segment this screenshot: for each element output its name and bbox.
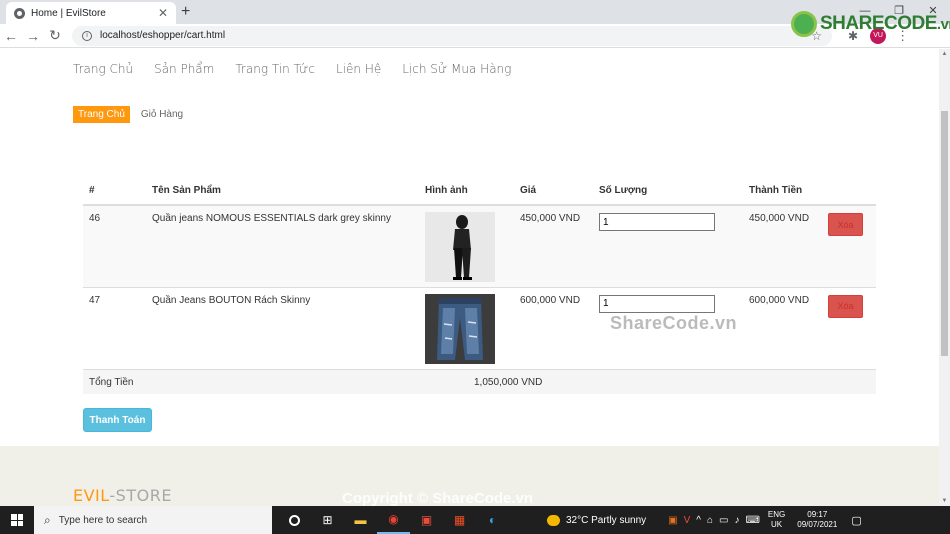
item-image-cell <box>419 204 514 287</box>
taskbar-apps: ⊞ ▬ ◉ ▣ ▦ ◐ <box>278 506 509 534</box>
chrome-icon[interactable]: ◉ <box>377 506 410 534</box>
footer-logo: EVIL-STORE <box>73 486 172 505</box>
product-image <box>425 212 495 282</box>
item-subtotal: 450,000 VND <box>743 204 822 287</box>
nav-news[interactable]: Trang Tin Tức <box>235 62 315 76</box>
item-action-cell: Xóa <box>822 204 876 287</box>
clock-date: 09/07/2021 <box>797 520 838 529</box>
app-icon[interactable]: ▣ <box>410 506 443 534</box>
weather-widget[interactable]: 32°C Partly sunny <box>547 514 647 526</box>
system-tray: ▣ V ^ ⌂ ▭ ♪ ⌨ <box>668 515 760 526</box>
header-price: Giá <box>514 177 593 206</box>
nav-order-history[interactable]: Lịch Sử Mua Hàng <box>402 62 511 76</box>
volume-icon[interactable]: ♪ <box>734 515 739 526</box>
cortana-icon[interactable] <box>278 506 311 534</box>
clock[interactable]: 09:17 09/07/2021 <box>797 510 837 530</box>
partly-sunny-icon <box>547 514 560 526</box>
sharecode-logo: SHARECODE.vn <box>791 11 950 37</box>
breadcrumb-cart: Giỏ Hàng <box>140 109 184 120</box>
start-button[interactable] <box>0 514 34 526</box>
clock-time: 09:17 <box>807 510 828 519</box>
item-id: 46 <box>83 204 146 287</box>
total-row: Tổng Tiền 1,050,000 VND <box>83 368 876 394</box>
windows-icon <box>11 514 23 526</box>
chevron-up-icon[interactable]: ^ <box>696 515 701 526</box>
keyboard-icon[interactable]: ⌨ <box>745 515 759 526</box>
table-row: 47 Quần Jeans BOUTON Rách Skinny 600,000… <box>83 286 876 369</box>
scroll-down-icon[interactable]: ▼ <box>941 498 948 504</box>
address-bar[interactable]: i localhost/eshopper/cart.html ☆ <box>72 25 832 46</box>
nav-home[interactable]: Trang Chủ <box>73 62 133 76</box>
item-action-cell: Xóa <box>822 286 876 369</box>
total-value: 1,050,000 VND <box>419 368 593 394</box>
windows-taskbar: ⌕ Type here to search ⊞ ▬ ◉ ▣ ▦ ◐ 32°C P… <box>0 506 950 534</box>
watermark: ShareCode.vn <box>610 313 738 333</box>
forward-icon[interactable]: → <box>22 28 44 44</box>
item-price: 600,000 VND <box>514 286 593 369</box>
quantity-input[interactable] <box>599 294 715 313</box>
header-image: Hình ảnh <box>419 177 514 206</box>
page-viewport: Trang Chủ Sản Phẩm Trang Tin Tức Liên Hệ… <box>0 49 939 506</box>
nav-contact[interactable]: Liên Hệ <box>336 62 381 76</box>
header-subtotal: Thành Tiền <box>743 177 822 206</box>
item-subtotal: 600,000 VND <box>743 286 822 369</box>
cart-table: # Tên Sản Phẩm Hình ảnh Giá Số Lượng Thà… <box>83 177 876 394</box>
battery-icon[interactable]: ▭ <box>719 515 728 526</box>
header-id: # <box>83 177 146 206</box>
item-name: Quần Jeans BOUTON Rách Skinny <box>146 286 419 369</box>
item-id: 47 <box>83 286 146 369</box>
cart-header-row: # Tên Sản Phẩm Hình ảnh Giá Số Lượng Thà… <box>83 177 876 206</box>
header-name: Tên Sản Phẩm <box>146 177 419 206</box>
breadcrumb-home[interactable]: Trang Chủ <box>73 106 130 123</box>
network-icon[interactable]: ⌂ <box>707 515 713 526</box>
store-icon[interactable]: ▦ <box>443 506 476 534</box>
tab-title: Home | EvilStore <box>31 7 106 19</box>
edge-icon[interactable]: ◐ <box>476 506 509 534</box>
main-nav: Trang Chủ Sản Phẩm Trang Tin Tức Liên Hệ… <box>73 62 511 76</box>
sharecode-logo-text: SHARECODE.vn <box>820 13 950 34</box>
delete-button[interactable]: Xóa <box>828 294 863 318</box>
total-spacer <box>593 368 876 394</box>
task-view-icon[interactable]: ⊞ <box>311 506 344 534</box>
taskbar-search[interactable]: ⌕ Type here to search <box>34 506 272 534</box>
search-placeholder: Type here to search <box>58 514 148 526</box>
scroll-up-icon[interactable]: ▲ <box>941 51 948 57</box>
reload-icon[interactable]: ↻ <box>44 27 66 44</box>
globe-icon <box>14 7 25 19</box>
scrollbar[interactable]: ▲ ▼ <box>939 49 950 506</box>
tray-app-icon[interactable]: V <box>684 515 691 526</box>
url-text: localhost/eshopper/cart.html <box>100 30 226 41</box>
new-tab-button[interactable]: + <box>181 3 190 21</box>
item-image-cell <box>419 286 514 369</box>
sharecode-mark-icon <box>791 11 817 37</box>
language-indicator[interactable]: ENG UK <box>768 510 785 530</box>
quantity-input[interactable] <box>599 213 715 231</box>
close-icon[interactable]: ✕ <box>158 6 168 20</box>
header-quantity: Số Lượng <box>593 177 743 206</box>
browser-tab[interactable]: Home | EvilStore ✕ <box>6 2 176 24</box>
delete-button[interactable]: Xóa <box>828 213 863 236</box>
notification-icon[interactable]: ▢ <box>851 514 861 527</box>
checkout-button[interactable]: Thanh Toán <box>83 408 152 432</box>
item-qty-cell <box>593 204 743 287</box>
scroll-thumb[interactable] <box>941 111 948 356</box>
copyright-watermark: Copyright © ShareCode.vn <box>342 490 534 507</box>
info-icon[interactable]: i <box>82 30 92 41</box>
total-label: Tổng Tiền <box>83 368 419 394</box>
breadcrumb: Trang Chủ Giỏ Hàng <box>73 106 183 123</box>
item-price: 450,000 VND <box>514 204 593 287</box>
tray-app-icon[interactable]: ▣ <box>668 515 677 526</box>
table-row: 46 Quần jeans NOMOUS ESSENTIALS dark gre… <box>83 204 876 287</box>
item-name: Quần jeans NOMOUS ESSENTIALS dark grey s… <box>146 204 419 287</box>
back-icon[interactable]: ← <box>0 28 22 44</box>
product-image <box>425 293 495 364</box>
file-explorer-icon[interactable]: ▬ <box>344 506 377 534</box>
nav-products[interactable]: Sản Phẩm <box>154 62 214 76</box>
search-icon: ⌕ <box>44 512 51 527</box>
header-action <box>822 177 876 206</box>
weather-text: 32°C Partly sunny <box>566 514 647 526</box>
